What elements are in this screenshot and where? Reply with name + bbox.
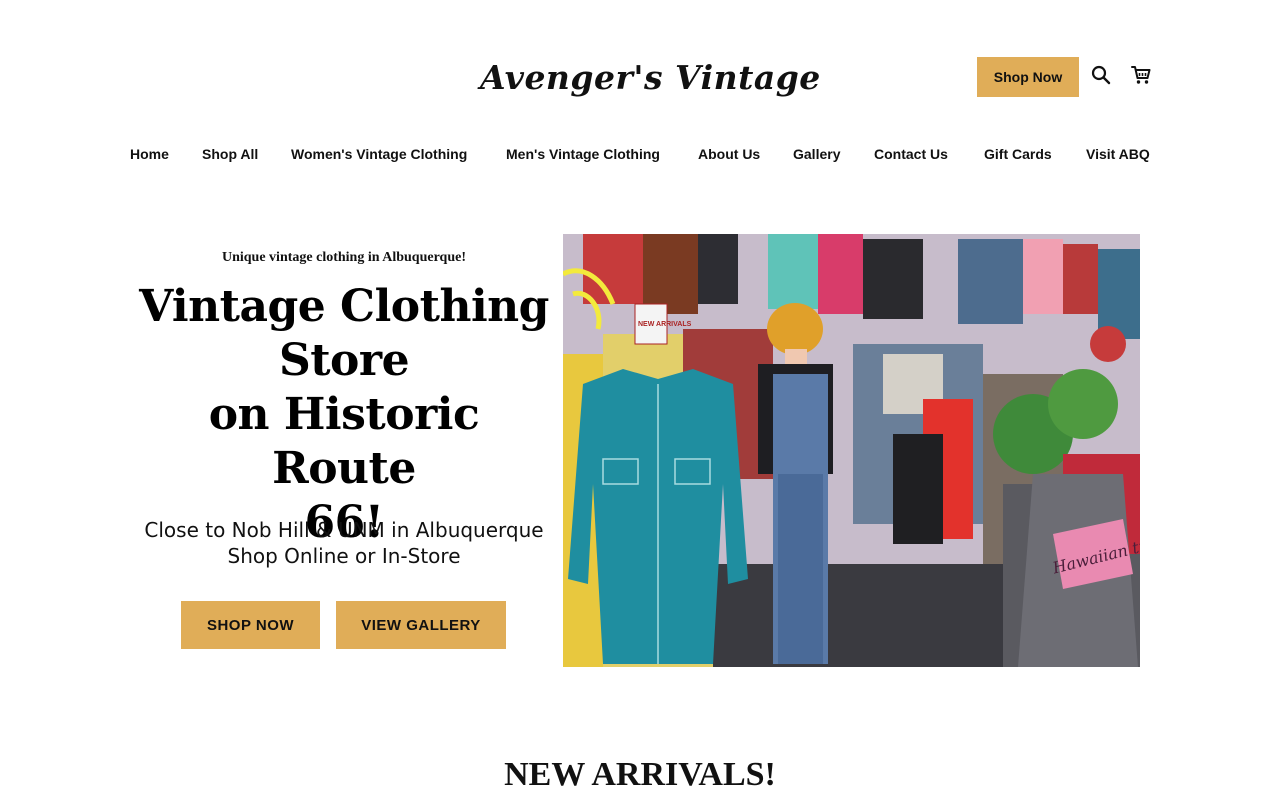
store-photo-illustration: Hawaiian tropic NEW ARRIVALS bbox=[563, 234, 1140, 667]
nav-item-mens-vintage[interactable]: Men's Vintage Clothing bbox=[506, 146, 660, 162]
hero-title-line: Vintage Clothing bbox=[139, 281, 549, 332]
new-arrivals-heading: NEW ARRIVALS! bbox=[504, 756, 776, 793]
nav-item-gift-cards[interactable]: Gift Cards bbox=[984, 146, 1052, 162]
hero-title-line: on Historic Route bbox=[208, 389, 480, 494]
nav-item-womens-vintage[interactable]: Women's Vintage Clothing bbox=[291, 146, 467, 162]
site-header: Avenger's Vintage Shop Now bbox=[0, 0, 1280, 130]
hero-subtitle-line: Close to Nob Hill & UNM in Albuquerque bbox=[144, 518, 544, 542]
hero-subtitle: Close to Nob Hill & UNM in Albuquerque S… bbox=[130, 517, 558, 569]
logo-text: Avenger's Vintage bbox=[480, 57, 821, 97]
shop-now-button[interactable]: SHOP NOW bbox=[181, 601, 320, 649]
sign-text: NEW ARRIVALS bbox=[638, 321, 692, 328]
logo[interactable]: Avenger's Vintage bbox=[474, 36, 820, 118]
main-nav: Home Shop All Women's Vintage Clothing M… bbox=[0, 146, 1280, 168]
search-icon[interactable] bbox=[1090, 64, 1112, 86]
nav-item-visit-abq[interactable]: Visit ABQ bbox=[1086, 146, 1150, 162]
nav-item-contact-us[interactable]: Contact Us bbox=[874, 146, 948, 162]
nav-item-gallery[interactable]: Gallery bbox=[793, 146, 840, 162]
hero-title: Vintage Clothing Store on Historic Route… bbox=[130, 280, 558, 550]
hero-subtitle-line: Shop Online or In-Store bbox=[227, 544, 461, 568]
nav-item-shop-all[interactable]: Shop All bbox=[202, 146, 258, 162]
nav-item-about-us[interactable]: About Us bbox=[698, 146, 760, 162]
hero-store-photo: Hawaiian tropic NEW ARRIVALS bbox=[563, 234, 1140, 667]
header-shop-now-button[interactable]: Shop Now bbox=[977, 57, 1079, 97]
hero-title-line: Store bbox=[278, 335, 410, 386]
cart-icon[interactable] bbox=[1130, 64, 1152, 86]
hero-tagline: Unique vintage clothing in Albuquerque! bbox=[221, 250, 467, 265]
view-gallery-button[interactable]: VIEW GALLERY bbox=[336, 601, 506, 649]
nav-item-home[interactable]: Home bbox=[130, 146, 169, 162]
